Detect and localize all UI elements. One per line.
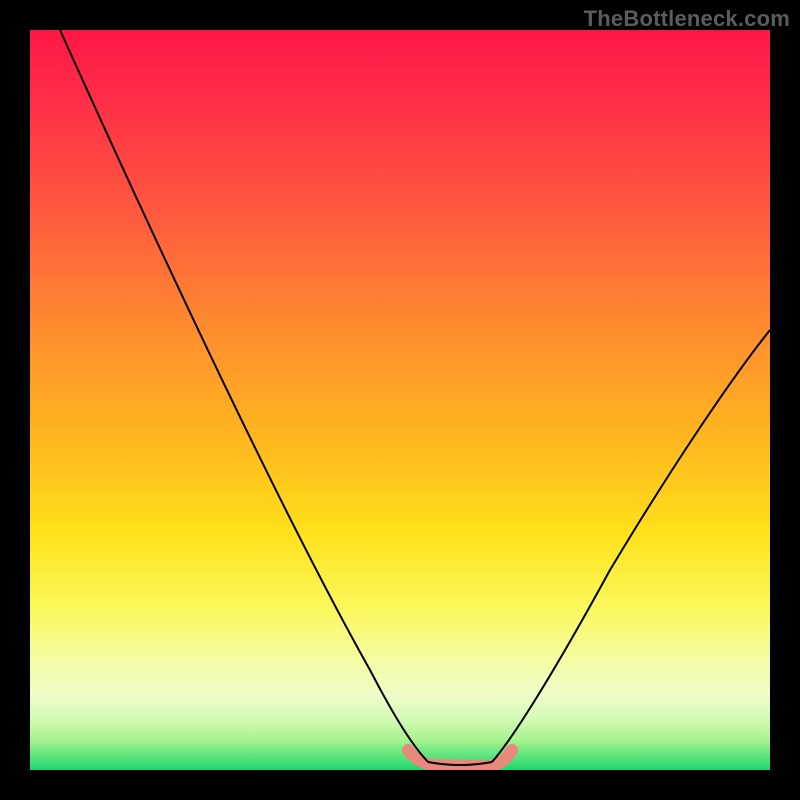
- plot-area: [30, 30, 770, 770]
- curve-layer: [30, 30, 770, 770]
- chart-frame: TheBottleneck.com: [0, 0, 800, 800]
- left-curve: [60, 30, 428, 762]
- right-curve: [492, 330, 770, 762]
- watermark-text: TheBottleneck.com: [584, 6, 790, 32]
